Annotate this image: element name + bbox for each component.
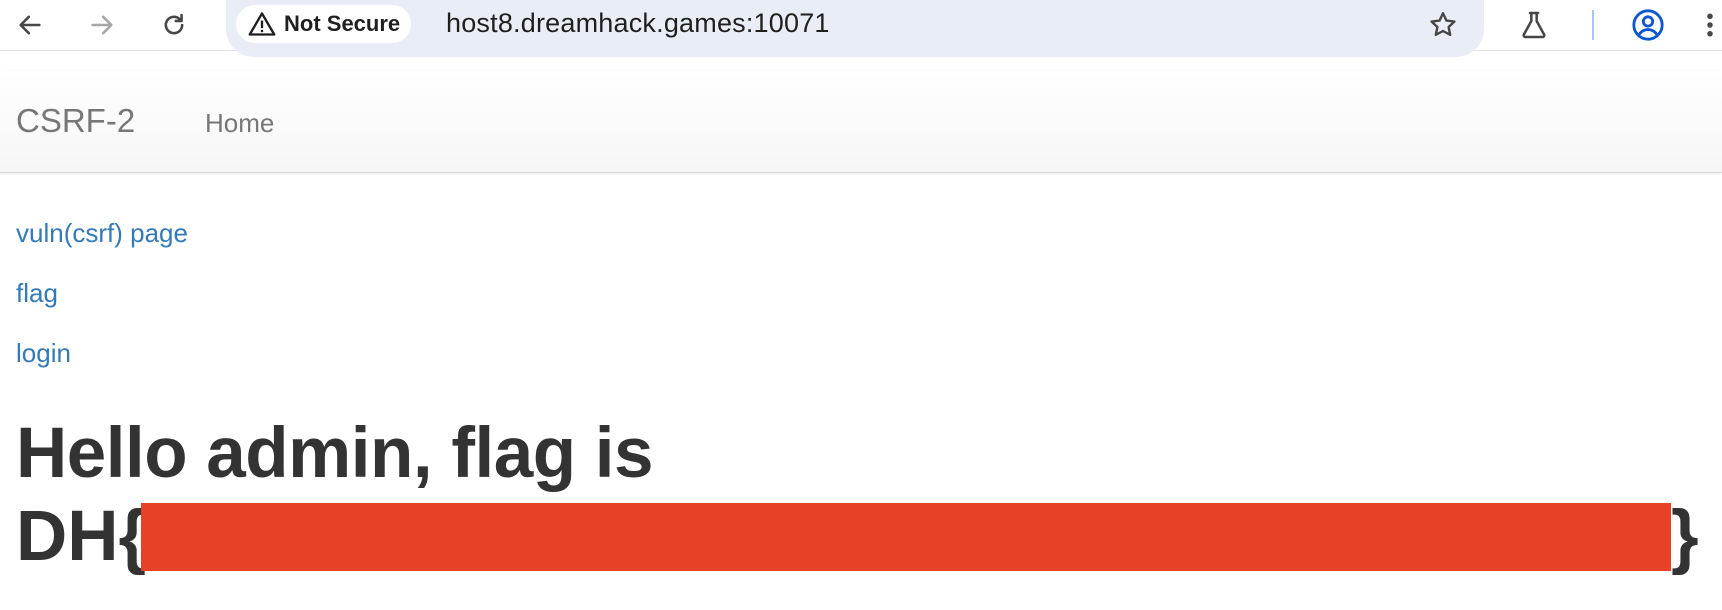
back-button[interactable] [12, 7, 48, 43]
nav-home-link[interactable]: Home [205, 108, 274, 139]
url-text[interactable]: host8.dreamhack.games:10071 [446, 8, 830, 39]
security-chip[interactable]: Not Secure [236, 5, 411, 43]
flag-prefix: DH{ [16, 497, 147, 576]
greeting-heading: Hello admin, flag is [16, 414, 654, 493]
address-bar[interactable]: Not Secure host8.dreamhack.games:10071 [226, 0, 1484, 57]
navbar-brand[interactable]: CSRF-2 [16, 102, 135, 140]
forward-icon [91, 15, 113, 35]
flag-suffix: } [1671, 497, 1699, 576]
more-button[interactable] [1698, 7, 1722, 43]
labs-button[interactable] [1516, 7, 1552, 43]
warning-icon [248, 10, 276, 38]
browser-toolbar: Not Secure host8.dreamhack.games:10071 [0, 0, 1722, 57]
bookmark-button[interactable] [1423, 5, 1463, 45]
star-icon [1430, 12, 1456, 37]
profile-button[interactable] [1630, 7, 1666, 43]
reload-button[interactable] [156, 7, 192, 43]
site-navbar: CSRF-2 Home [0, 71, 1722, 173]
login-link[interactable]: login [16, 338, 71, 369]
toolbar-divider [1592, 10, 1594, 40]
labs-icon [1522, 11, 1546, 39]
back-icon [19, 15, 41, 35]
more-icon [1707, 13, 1713, 37]
reload-icon [164, 13, 184, 35]
vuln-page-link[interactable]: vuln(csrf) page [16, 218, 188, 249]
security-label: Not Secure [284, 11, 401, 36]
profile-icon [1632, 9, 1664, 41]
flag-link[interactable]: flag [16, 278, 58, 309]
flag-redaction-bar [141, 503, 1671, 571]
forward-button[interactable] [84, 7, 120, 43]
